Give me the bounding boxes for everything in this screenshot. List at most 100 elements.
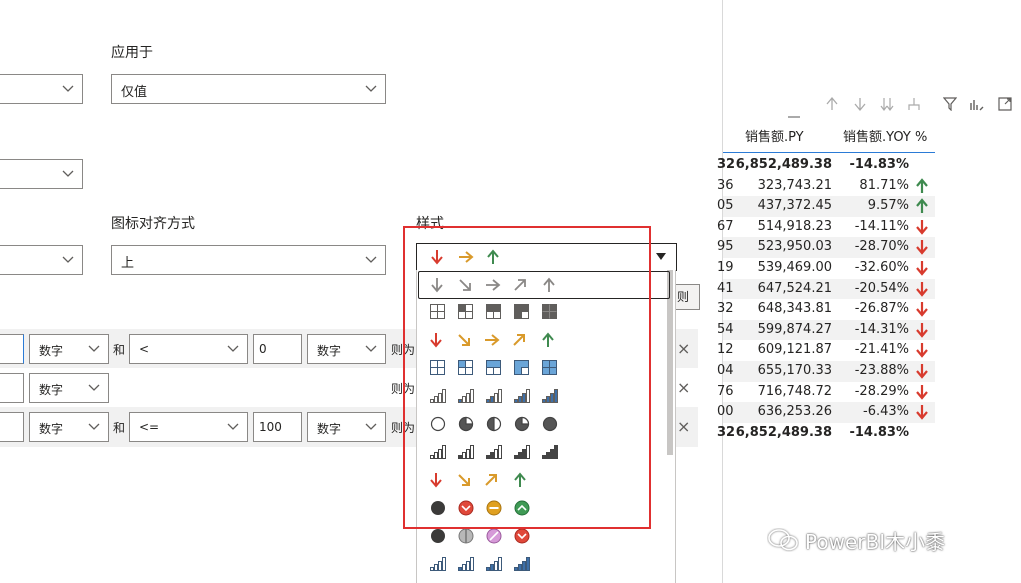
left-select-3[interactable]: [0, 245, 83, 275]
quarters-boxes-blue-icon: [430, 360, 557, 375]
arrow-down-icon: [916, 240, 928, 256]
cell-yoy: 81.71%: [859, 177, 909, 193]
icon-align-select[interactable]: 上: [111, 245, 386, 275]
cell-py: 437,372.45: [757, 198, 832, 214]
cell-py: 716,748.72: [757, 383, 832, 399]
and-label: 和: [113, 421, 126, 435]
table-row: 95 523,950.03 -28.70%: [717, 237, 935, 258]
cell-py: 609,121.87: [757, 342, 832, 358]
cell-yoy: -14.83%: [849, 424, 909, 440]
signal-bars-icon: [430, 389, 558, 403]
arrow-down-icon: [916, 405, 928, 420]
watermark-text: PowerBI木小黍: [805, 530, 946, 554]
close-icon[interactable]: ×: [677, 417, 690, 436]
style-option-circles-mixed[interactable]: [418, 523, 670, 551]
rule-row-1-value-input[interactable]: [0, 334, 24, 364]
cell-cut: 32: [717, 157, 736, 172]
circles-symbols-icon: [431, 500, 530, 516]
rule-row-2-value-input[interactable]: [0, 373, 24, 403]
rule-row-3-value2-input[interactable]: 100: [253, 412, 302, 442]
style-select[interactable]: [416, 243, 677, 271]
rule-row-1-op-select[interactable]: <: [129, 334, 248, 364]
chevron-down-icon: [365, 85, 377, 92]
sort-up-icon[interactable]: [825, 97, 839, 111]
style-option-arrows-5-colored[interactable]: [418, 327, 670, 355]
cell-cut: 54: [717, 321, 734, 337]
signal-bars-blue-icon: [430, 557, 530, 571]
style-option-arrows-gray[interactable]: [418, 271, 670, 299]
rule-row-3-op-select[interactable]: <=: [129, 412, 248, 442]
style-dropdown-list: [416, 270, 676, 583]
table-row: 04 655,170.33 -23.88%: [717, 361, 935, 382]
visual-options-icon[interactable]: [970, 97, 984, 111]
header-py[interactable]: 销售额.PY: [745, 126, 804, 145]
table-row: 67 514,918.23 -14.11%: [717, 217, 935, 238]
arrow-down-icon: [916, 219, 928, 235]
rule-row-2-type-select[interactable]: 数字: [29, 373, 109, 403]
style-option-arrows-4-colored[interactable]: [418, 467, 670, 495]
cell-py: 523,950.03: [757, 239, 832, 255]
sort-down-icon[interactable]: [853, 97, 867, 111]
table-row: 54 599,874.27 -14.31%: [717, 319, 935, 341]
rule-row-3-value-input[interactable]: [0, 412, 24, 442]
icon-align-label: 图标对齐方式: [111, 216, 195, 232]
focus-mode-icon[interactable]: [998, 97, 1012, 111]
rule-row-1-value2-input[interactable]: 0: [253, 334, 302, 364]
style-option-quarters-boxes[interactable]: [418, 299, 670, 327]
cell-cut: 76: [717, 383, 734, 399]
chevron-down-icon: [365, 256, 377, 263]
header-yoy[interactable]: 销售额.YOY %: [843, 126, 927, 145]
cell-cut: 19: [717, 260, 734, 275]
chevron-down-icon: [88, 423, 100, 430]
rule-row-3-value2: 100: [259, 420, 282, 434]
table-row: 76 716,748.72 -28.29%: [717, 382, 935, 403]
header-underline: [723, 152, 935, 153]
style-option-harvey-balls[interactable]: [418, 411, 670, 439]
style-option-quarters-boxes-blue[interactable]: [418, 355, 670, 383]
close-icon[interactable]: ×: [677, 378, 690, 397]
cell-cut: 00: [717, 404, 734, 420]
apply-to-value: 仅值: [121, 85, 148, 100]
and-label: 和: [113, 343, 126, 357]
style-option-circles-symbols[interactable]: [418, 495, 670, 523]
table-total-row: 32 6,852,489.38 -14.83%: [717, 423, 935, 444]
left-select-2[interactable]: [0, 159, 83, 189]
cell-py: 655,170.33: [757, 363, 832, 378]
style-option-signal-bars-blue[interactable]: [418, 551, 670, 579]
caret-down-icon: [656, 253, 666, 260]
drill-down-all-icon[interactable]: [880, 97, 894, 111]
chevron-down-icon: [227, 423, 239, 430]
close-icon[interactable]: ×: [677, 339, 690, 358]
rule-row-1-op-value: <: [139, 342, 150, 356]
table-visual: 销售额.PY 销售额.YOY % 32 6,852,489.38 -14.83% 36…: [717, 0, 1021, 583]
rule-row-1-value2: 0: [259, 342, 267, 356]
cell-yoy: -21.41%: [854, 342, 909, 358]
circles-mixed-icon: [431, 528, 530, 544]
rule-side-button-label: 则: [677, 290, 690, 304]
apply-to-select[interactable]: 仅值: [111, 74, 386, 104]
left-select-1[interactable]: [0, 74, 83, 104]
rule-row-1-type2-value: 数字: [317, 344, 342, 358]
cell-cut: 36: [717, 177, 734, 193]
cell-py: 636,253.26: [757, 404, 832, 420]
style-label: 样式: [416, 216, 444, 232]
rule-row-1-type2-select[interactable]: 数字: [307, 334, 386, 364]
style-option-signal-bars[interactable]: [418, 383, 670, 411]
rule-row-1-type-select[interactable]: 数字: [29, 334, 109, 364]
cell-yoy: -32.60%: [854, 260, 909, 275]
arrow-up-icon: [916, 177, 928, 193]
rule-side-button[interactable]: 则: [672, 284, 700, 310]
drag-handle[interactable]: [788, 116, 800, 118]
cell-py: 514,918.23: [757, 218, 832, 234]
rule-row-3-type2-value: 数字: [317, 422, 342, 436]
style-option-signal-bars-dark[interactable]: [418, 439, 670, 467]
cell-py: 647,524.21: [757, 280, 832, 296]
expand-hierarchy-icon[interactable]: [907, 97, 921, 111]
rule-row-3-type-select[interactable]: 数字: [29, 412, 109, 442]
cell-py: 599,874.27: [757, 321, 832, 337]
rule-row-3-type2-select[interactable]: 数字: [307, 412, 386, 442]
filter-icon[interactable]: [943, 97, 957, 111]
arrows-4-colored-icon: [430, 472, 526, 488]
cell-yoy: -20.54%: [854, 280, 909, 296]
cell-py: 6,852,489.38: [735, 424, 832, 440]
